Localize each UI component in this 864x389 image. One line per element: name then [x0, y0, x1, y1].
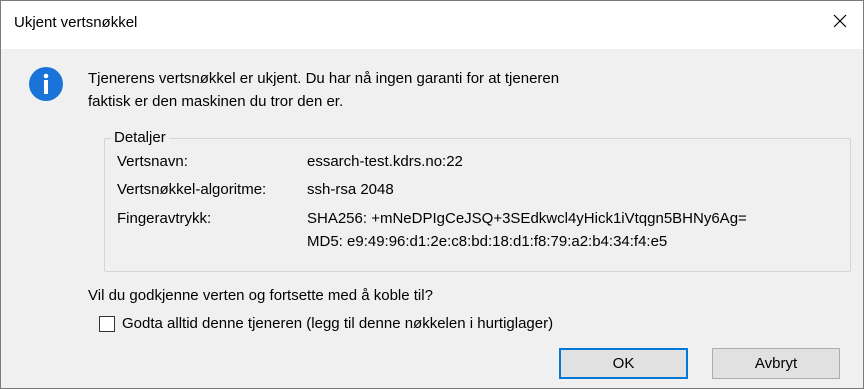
- info-icon: [29, 67, 63, 101]
- close-button[interactable]: [817, 1, 863, 41]
- dialog-title: Ukjent vertsnøkkel: [14, 14, 138, 31]
- message-line: faktisk er den maskinen du tror den er.: [88, 93, 344, 110]
- title-bar: Ukjent vertsnøkkel: [1, 1, 863, 49]
- hostname-value: essarch-test.kdrs.no:22: [307, 153, 463, 170]
- details-legend: Detaljer: [111, 127, 169, 149]
- cancel-button[interactable]: Avbryt: [712, 348, 840, 379]
- message-line: Tjenerens vertsnøkkel er ukjent. Du har …: [88, 70, 560, 87]
- always-accept-checkbox[interactable]: Godta alltid denne tjeneren (legg til de…: [99, 315, 553, 332]
- dialog-window: Ukjent vertsnøkkel Tjenerens vertsnøkkel…: [0, 0, 864, 389]
- close-icon: [833, 14, 847, 28]
- ok-button[interactable]: OK: [559, 348, 688, 379]
- checkbox-box[interactable]: [99, 315, 115, 332]
- algorithm-value: ssh-rsa 2048: [307, 181, 394, 198]
- confirm-question: Vil du godkjenne verten og fortsette med…: [88, 287, 433, 304]
- checkbox-label: Godta alltid denne tjeneren (legg til de…: [122, 315, 554, 332]
- fingerprint-md5: MD5: e9:49:96:d1:2e:c8:bd:18:d1:f8:79:a2…: [307, 233, 668, 250]
- hostname-label: Vertsnavn:: [117, 153, 188, 170]
- fingerprint-sha256: SHA256: +mNeDPIgCeJSQ+3SEdkwcl4yHick1iVt…: [307, 210, 747, 227]
- message-text: Tjenerens vertsnøkkel er ukjent. Du har …: [88, 67, 708, 113]
- fingerprint-label: Fingeravtrykk:: [117, 210, 212, 227]
- algorithm-label: Vertsnøkkel-algoritme:: [117, 181, 267, 198]
